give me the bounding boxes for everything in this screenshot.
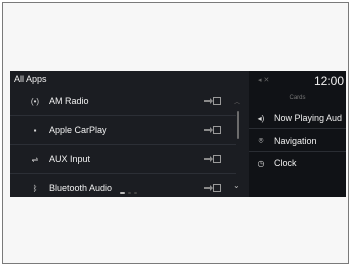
clock-display: 12:00 bbox=[313, 74, 344, 88]
infotainment-screen: All Apps (•) AM Radio ▪ Apple CarPlay ⇌ … bbox=[10, 71, 346, 197]
radio-signal-icon: (•) bbox=[30, 96, 40, 106]
divider bbox=[249, 128, 346, 129]
status-icons: ◂ ✕ bbox=[258, 77, 270, 84]
move-to-card-icon[interactable] bbox=[204, 153, 224, 164]
page-dot bbox=[128, 192, 131, 194]
cards-header: Cards bbox=[289, 95, 306, 101]
move-to-card-icon[interactable] bbox=[204, 124, 224, 135]
navigation-icon: ⌾ bbox=[258, 136, 264, 145]
aux-cable-icon: ⇌ bbox=[31, 154, 39, 164]
page-dot bbox=[120, 192, 125, 194]
app-item-label: Apple CarPlay bbox=[49, 125, 107, 135]
move-to-card-icon[interactable] bbox=[204, 182, 224, 193]
card-label: Now Playing Aud bbox=[274, 113, 343, 123]
all-apps-panel: All Apps (•) AM Radio ▪ Apple CarPlay ⇌ … bbox=[10, 71, 249, 197]
clock-icon: ◷ bbox=[257, 158, 265, 168]
card-label: Clock bbox=[274, 158, 297, 168]
scroll-up-icon[interactable]: ︿ bbox=[234, 97, 240, 106]
bluetooth-icon: ᛒ bbox=[32, 183, 38, 193]
app-item-label: AM Radio bbox=[49, 96, 89, 106]
move-to-card-icon[interactable] bbox=[204, 95, 224, 106]
app-item-am-radio[interactable]: (•) AM Radio bbox=[10, 87, 236, 116]
scroll-down-icon[interactable]: ⌄ bbox=[233, 181, 240, 190]
card-now-playing-audio[interactable]: ◂) Now Playing Aud bbox=[255, 109, 342, 127]
divider bbox=[249, 151, 346, 152]
panel-title: All Apps bbox=[14, 74, 47, 84]
app-item-label: Bluetooth Audio bbox=[49, 183, 113, 193]
card-navigation[interactable]: ⌾ Navigation bbox=[255, 132, 317, 150]
app-list: (•) AM Radio ▪ Apple CarPlay ⇌ AUX Input… bbox=[10, 87, 236, 197]
card-label: Navigation bbox=[274, 136, 317, 146]
card-clock[interactable]: ◷ Clock bbox=[255, 154, 297, 172]
app-item-label: AUX Input bbox=[49, 154, 91, 164]
app-item-apple-carplay[interactable]: ▪ Apple CarPlay bbox=[10, 116, 236, 145]
page-indicator bbox=[120, 192, 137, 194]
carplay-icon: ▪ bbox=[33, 125, 37, 135]
page-dot bbox=[134, 192, 137, 194]
app-item-aux-input[interactable]: ⇌ AUX Input bbox=[10, 145, 236, 174]
scrollbar[interactable] bbox=[237, 111, 239, 139]
speaker-icon: ◂) bbox=[257, 113, 265, 123]
cards-panel: ◂ ✕ 12:00 Cards ◂) Now Playing Aud ⌾ Nav… bbox=[249, 71, 346, 197]
